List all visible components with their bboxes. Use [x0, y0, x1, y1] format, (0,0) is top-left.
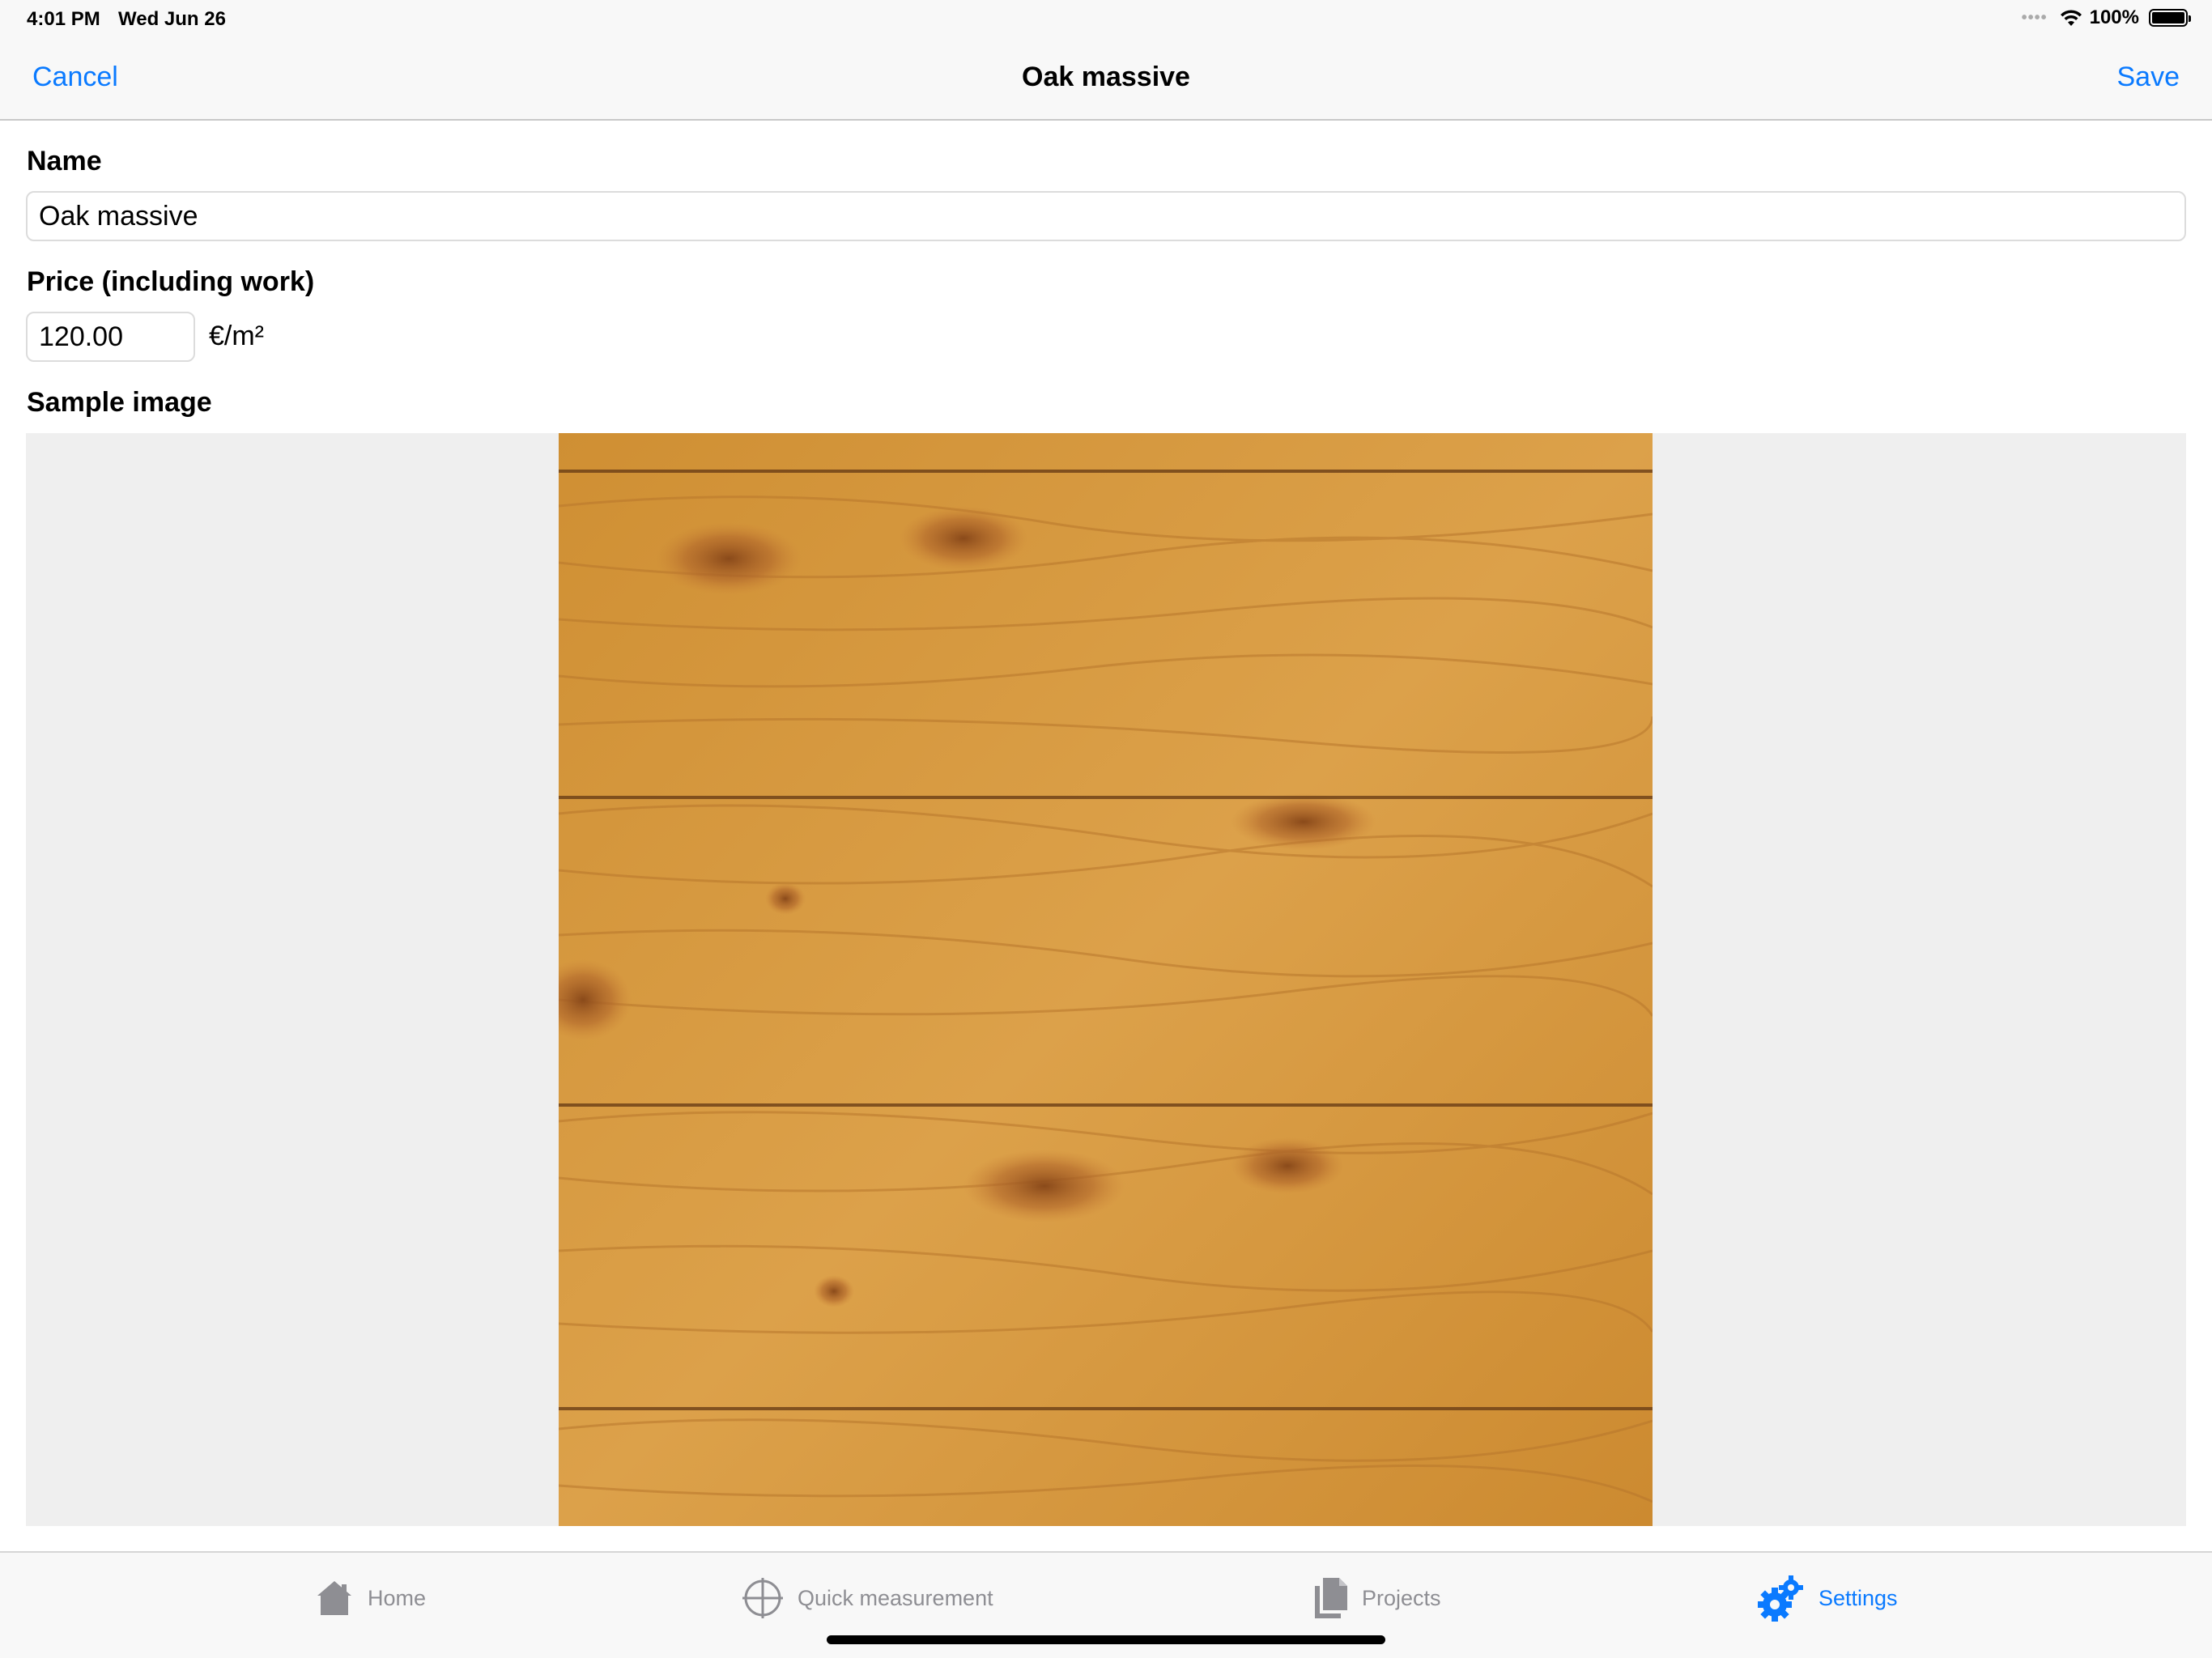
sample-image-label: Sample image	[27, 387, 212, 418]
tab-projects-label: Projects	[1362, 1585, 1441, 1610]
home-indicator[interactable]	[827, 1635, 1385, 1644]
documents-icon	[1315, 1578, 1347, 1618]
status-bar: 4:01 PM Wed Jun 26 •••• 100%	[0, 0, 2212, 39]
battery-percent: 100%	[2089, 6, 2139, 28]
name-label: Name	[27, 146, 102, 176]
wifi-icon	[2060, 10, 2082, 26]
screen: 4:01 PM Wed Jun 26 •••• 100% Cancel Oak …	[0, 0, 2212, 1658]
save-button[interactable]: Save	[2117, 62, 2180, 93]
gears-icon	[1758, 1575, 1803, 1622]
page-title: Oak massive	[1022, 62, 1190, 92]
sample-image[interactable]	[559, 433, 1653, 1526]
price-unit: €/m²	[209, 321, 264, 351]
tab-projects[interactable]: Projects	[1312, 1572, 1441, 1624]
tab-quick-measurement[interactable]: Quick measurement	[741, 1572, 993, 1624]
price-label: Price (including work)	[27, 266, 315, 297]
tab-quick-measurement-label: Quick measurement	[798, 1585, 993, 1610]
tab-home[interactable]: Home	[314, 1572, 426, 1624]
battery-icon	[2149, 9, 2191, 27]
tab-settings[interactable]: Settings	[1757, 1572, 1898, 1624]
navigation-bar: Cancel Oak massive Save	[0, 39, 2212, 121]
wood-texture	[559, 433, 1653, 1526]
status-time: 4:01 PM	[27, 8, 100, 30]
tab-settings-label: Settings	[1819, 1585, 1898, 1610]
price-input[interactable]	[26, 312, 195, 362]
status-date: Wed Jun 26	[118, 8, 226, 30]
name-input[interactable]	[26, 191, 2186, 241]
crosshair-icon	[742, 1578, 783, 1618]
cellular-dots-icon: ••••	[2021, 8, 2048, 27]
tab-home-label: Home	[368, 1585, 427, 1610]
house-icon	[317, 1581, 351, 1615]
status-indicators: •••• 100%	[2021, 6, 2191, 29]
